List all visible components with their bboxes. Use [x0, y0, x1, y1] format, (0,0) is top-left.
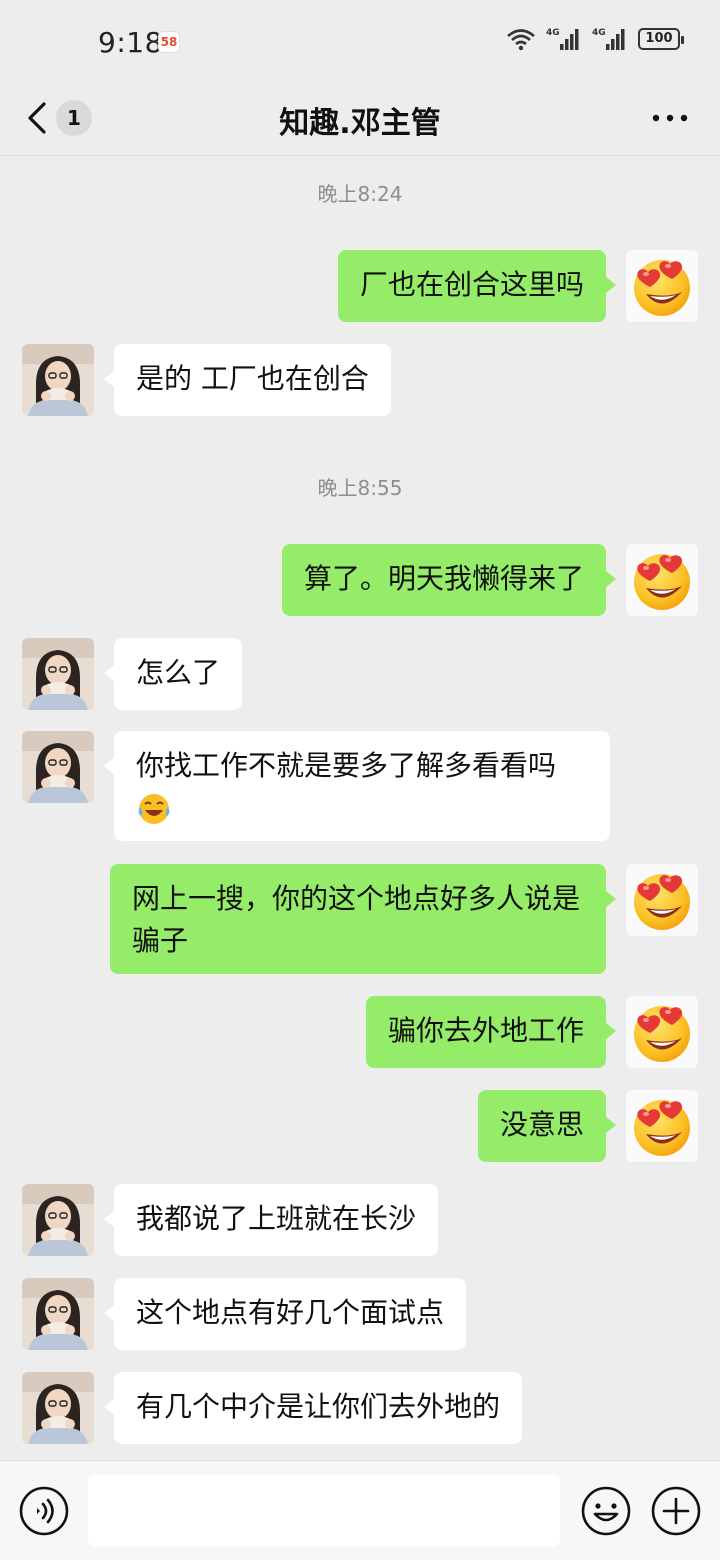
wifi-icon [507, 29, 535, 51]
self-avatar[interactable] [626, 250, 698, 322]
contact-avatar[interactable] [22, 1372, 94, 1444]
status-indicators: 4G 4G 100 [506, 26, 684, 52]
received-message[interactable]: 你找工作不就是要多了解多看看吗 [104, 731, 610, 841]
received-message[interactable]: 这个地点有好几个面试点 [103, 1278, 467, 1350]
contact-photo-icon [22, 731, 94, 803]
status-time: 9:18 [98, 26, 163, 59]
heart-eyes-emoji-icon [626, 1090, 698, 1162]
unread-count-badge: 1 [56, 100, 92, 136]
heart-eyes-emoji-icon [626, 250, 698, 322]
sent-message[interactable]: 算了。明天我懒得来了 [281, 544, 617, 616]
self-avatar[interactable] [626, 996, 698, 1068]
contact-avatar[interactable] [22, 731, 94, 803]
contact-avatar[interactable] [22, 638, 94, 710]
received-message[interactable]: 有几个中介是让你们去外地的 [103, 1372, 523, 1444]
contact-avatar[interactable] [22, 1278, 94, 1350]
app-notification-icon: 58 [158, 31, 180, 53]
received-message[interactable]: 是的 工厂也在创合 [104, 344, 391, 416]
sent-message[interactable]: 骗你去外地工作 [365, 996, 617, 1068]
more-dots-icon[interactable] [650, 100, 690, 136]
contact-photo-icon [22, 1372, 94, 1444]
sent-message[interactable]: 网上一搜，你的这个地点好多人说是骗子 [110, 864, 616, 974]
status-bar: 9:18 58 4G 4G 100 [0, 0, 720, 80]
back-button[interactable]: 1 [22, 92, 102, 144]
laugh-cry-emoji-icon [136, 791, 172, 827]
signal-icon-2: 4G [592, 28, 625, 50]
plus-icon[interactable] [650, 1485, 702, 1537]
battery-icon: 100 [638, 28, 684, 50]
self-avatar[interactable] [626, 544, 698, 616]
message-timestamp: 晚上8:24 [317, 182, 403, 206]
contact-photo-icon [22, 638, 94, 710]
contact-photo-icon [22, 1278, 94, 1350]
heart-eyes-emoji-icon [626, 996, 698, 1068]
chevron-left-icon [28, 102, 46, 134]
received-message[interactable]: 怎么了 [103, 638, 243, 710]
voice-icon[interactable] [18, 1485, 70, 1537]
contact-avatar[interactable] [22, 344, 94, 416]
message-input[interactable] [88, 1475, 560, 1547]
network-type-label: 4G [546, 28, 560, 38]
chat-title: 知趣.邓主管 [279, 106, 441, 141]
contact-photo-icon [22, 1184, 94, 1256]
chat-header: 1 知趣.邓主管 [0, 80, 720, 156]
emoji-icon[interactable] [580, 1485, 632, 1537]
signal-icon-1: 4G [546, 28, 579, 50]
heart-eyes-emoji-icon [626, 864, 698, 936]
contact-photo-icon [22, 344, 94, 416]
received-message[interactable]: 我都说了上班就在长沙 [103, 1184, 439, 1256]
self-avatar[interactable] [626, 864, 698, 936]
input-bar [0, 1460, 720, 1560]
sent-message[interactable]: 没意思 [477, 1090, 617, 1162]
network-type-label: 4G [592, 28, 606, 38]
message-text: 你找工作不就是要多了解多看看吗 [136, 749, 557, 782]
message-timestamp: 晚上8:55 [317, 476, 403, 500]
self-avatar[interactable] [626, 1090, 698, 1162]
heart-eyes-emoji-icon [626, 544, 698, 616]
sent-message[interactable]: 厂也在创合这里吗 [337, 250, 617, 322]
contact-avatar[interactable] [22, 1184, 94, 1256]
